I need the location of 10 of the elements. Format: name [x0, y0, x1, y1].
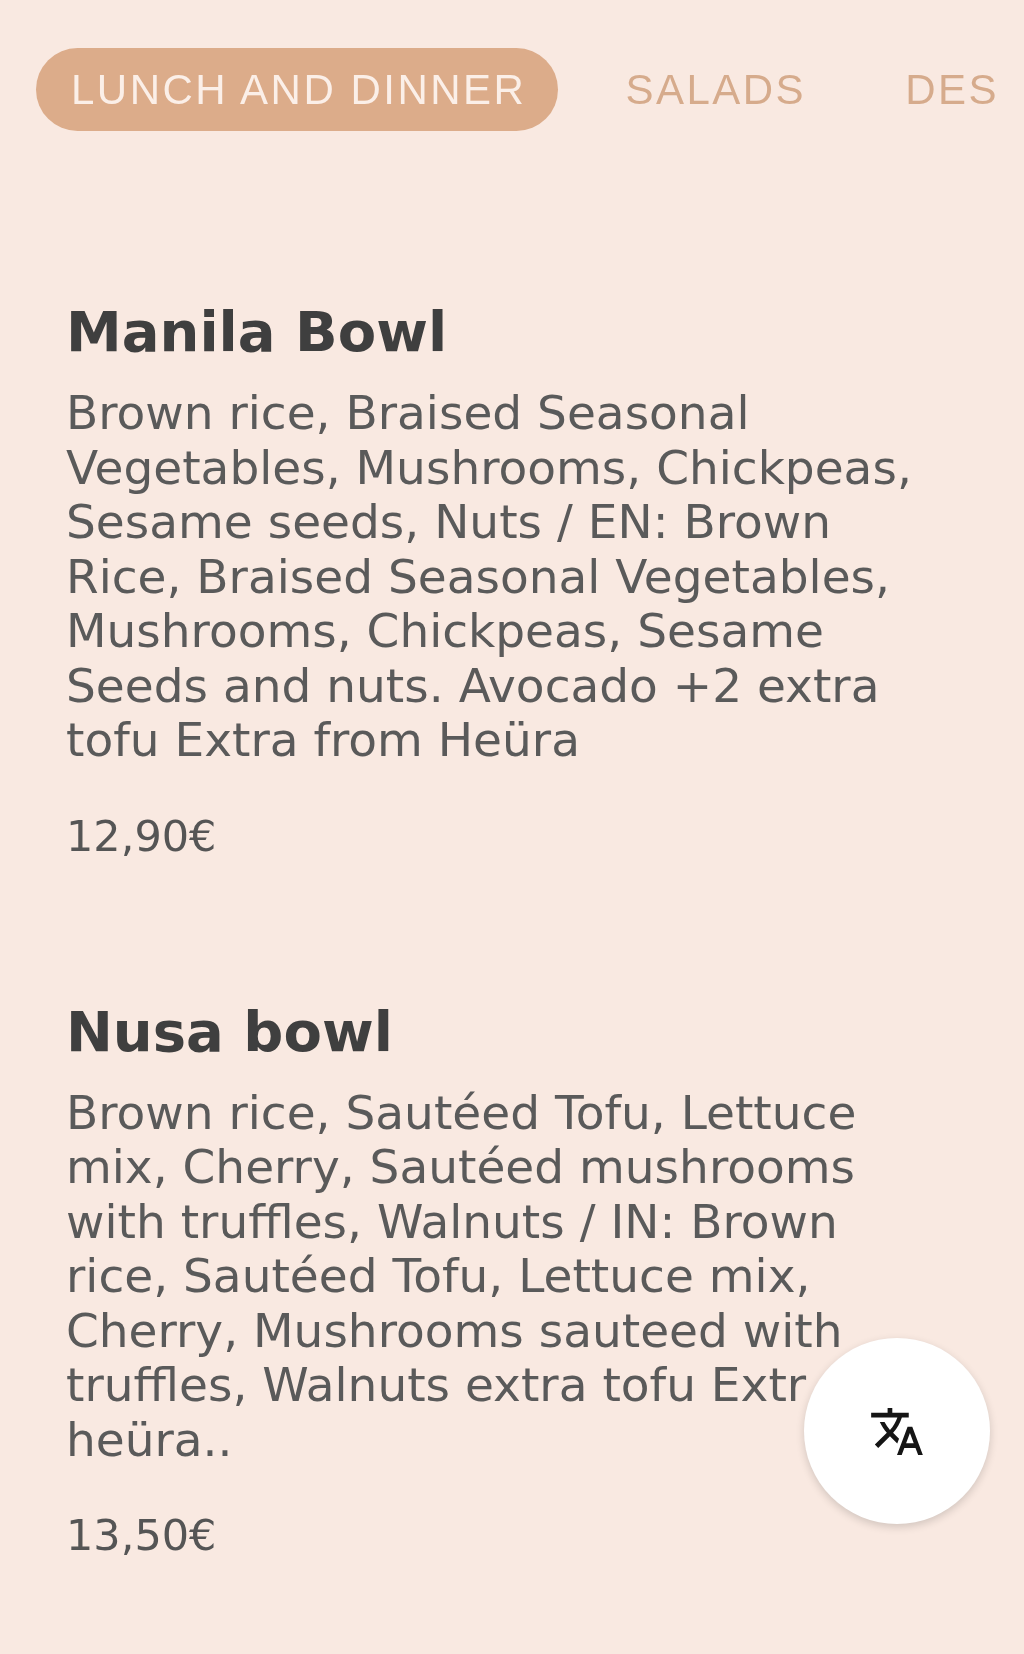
- dish-description: Brown rice, Sautéed Tofu, Lettuce mix, Cherry, Sautéed mushrooms with truffles, Walnuts / IN: Brown rice, Sautéed Tofu, Lettuce mix, Cherry, Mushrooms sauteed with truffles, Walnuts extra tofu Extr heüra..: [66, 1084, 857, 1467]
- dish-price: 12,90€: [66, 810, 217, 861]
- dish-name: Nusa bowl: [66, 997, 393, 1065]
- dish-price: 13,50€: [66, 1510, 217, 1560]
- translate-icon: [871, 1407, 923, 1455]
- category-tab[interactable]: LUNCH AND DINNER: [36, 48, 559, 131]
- category-tab[interactable]: SALADS: [590, 48, 839, 131]
- dish-description: Brown rice, Braised Seasonal Vegetables, Mushrooms, Chickpeas, Sesame seeds, Nuts / EN: Brown Rice, Braised Seasonal Vegetables, Mushrooms, Chickpeas, Sesame Seeds and nuts. Avocado +2 extra tofu Extra from Heüra: [66, 385, 912, 767]
- category-tab[interactable]: DES: [870, 48, 1024, 131]
- dish-name: Manila Bowl: [66, 298, 448, 365]
